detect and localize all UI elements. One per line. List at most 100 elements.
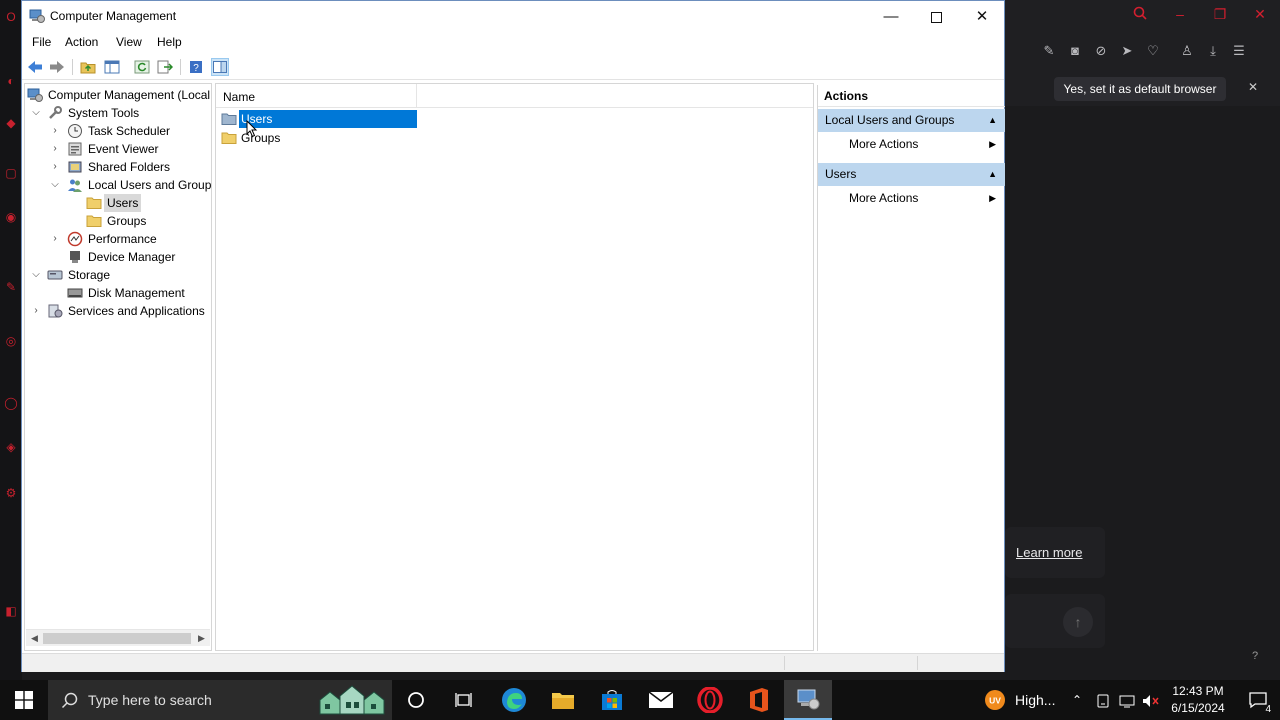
opera-icon[interactable]: O <box>4 10 18 24</box>
column-header-name[interactable]: Name <box>223 90 255 104</box>
minimize-button[interactable]: — <box>868 1 914 32</box>
tray-device-icon[interactable] <box>1096 680 1110 720</box>
heart-icon[interactable]: ♡ <box>1144 42 1162 60</box>
back-icon[interactable] <box>26 58 44 76</box>
clock-icon <box>68 124 82 138</box>
chevron-right-icon[interactable]: › <box>49 140 61 158</box>
export-list-icon[interactable] <box>156 58 174 76</box>
block-icon[interactable]: ⊘ <box>1092 42 1110 60</box>
menu-view[interactable]: View <box>116 35 142 49</box>
close-icon[interactable]: ✕ <box>1250 6 1270 23</box>
folder-icon <box>86 197 102 209</box>
weather-text[interactable]: High... <box>1015 680 1055 720</box>
sidebar-app-icon[interactable]: ▢ <box>4 166 18 180</box>
collapse-up-icon[interactable]: ▲ <box>988 163 997 186</box>
menu-help[interactable]: Help <box>157 35 182 49</box>
svg-text:?: ? <box>193 63 199 74</box>
refresh-icon[interactable] <box>133 58 151 76</box>
tree-item-label: Services and Applications <box>68 304 205 318</box>
sidebar-app-icon[interactable]: ◆ <box>4 116 18 130</box>
scroll-right-icon[interactable]: ▶ <box>193 630 210 647</box>
maximize-button[interactable] <box>913 1 959 32</box>
menu-action[interactable]: Action <box>65 35 98 49</box>
sidebar-app-icon[interactable]: ✎ <box>4 280 18 294</box>
edit-icon[interactable]: ✎ <box>1040 42 1058 60</box>
column-separator[interactable] <box>416 84 417 108</box>
sidebar-app-icon[interactable]: ◧ <box>4 604 18 618</box>
folder-icon <box>552 693 574 709</box>
help-icon[interactable]: ? <box>187 58 205 76</box>
more-actions-item[interactable]: More Actions ▶ <box>818 187 1005 210</box>
up-folder-icon[interactable] <box>79 58 97 76</box>
menu-file[interactable]: File <box>32 35 51 49</box>
actions-section-users[interactable]: Users ▲ <box>818 163 1005 186</box>
help-icon[interactable]: ? <box>1252 650 1258 662</box>
sidebar-app-icon[interactable]: ◈ <box>4 440 18 454</box>
set-default-browser-button[interactable]: Yes, set it as default browser <box>1054 77 1226 101</box>
sidebar-app-icon[interactable]: ◉ <box>4 210 18 224</box>
search-icon[interactable] <box>1130 6 1150 23</box>
learn-more-link[interactable]: Learn more <box>1016 545 1082 560</box>
office-button[interactable] <box>735 680 783 720</box>
more-actions-item[interactable]: More Actions ▶ <box>818 133 1005 156</box>
chevron-right-icon[interactable]: › <box>49 122 61 140</box>
profile-icon[interactable]: ♙ <box>1178 42 1196 60</box>
collapse-up-icon[interactable]: ▲ <box>988 109 997 132</box>
cortana-button[interactable] <box>392 680 440 720</box>
chevron-down-icon[interactable]: ⌵ <box>30 104 42 122</box>
folder-icon <box>221 132 237 144</box>
network-icon[interactable] <box>1119 680 1135 720</box>
chevron-down-icon[interactable]: ⌵ <box>49 176 61 194</box>
title-bar[interactable]: Computer Management — ✕ <box>22 1 1004 32</box>
minimize-icon[interactable]: – <box>1170 6 1190 22</box>
show-hide-tree-icon[interactable] <box>103 58 121 76</box>
weather-badge[interactable]: UV <box>980 680 1010 720</box>
chevron-right-icon[interactable]: › <box>30 302 42 320</box>
edge-button[interactable] <box>490 680 538 720</box>
store-button[interactable] <box>588 680 636 720</box>
sidebar-app-icon[interactable]: ◯ <box>4 396 18 410</box>
clock-time: 12:43 PM <box>1172 684 1224 698</box>
restore-icon[interactable]: ❐ <box>1210 6 1230 23</box>
performance-icon <box>67 231 83 247</box>
taskbar-search-box[interactable]: Type here to search <box>48 680 392 720</box>
start-button[interactable] <box>0 680 48 720</box>
action-center-button[interactable]: 4 <box>1236 680 1280 720</box>
task-view-button[interactable] <box>440 680 488 720</box>
opera-button[interactable] <box>686 680 734 720</box>
send-icon[interactable]: ➤ <box>1118 42 1136 60</box>
edge-icon <box>502 688 526 712</box>
close-button[interactable]: ✕ <box>959 1 1005 32</box>
search-highlight-houses-icon <box>316 684 388 718</box>
sidebar-app-icon[interactable]: ◐ <box>4 74 18 88</box>
scroll-left-icon[interactable]: ◀ <box>26 630 43 647</box>
gear-icon[interactable]: ⚙ <box>4 486 18 500</box>
scrollbar-thumb[interactable] <box>43 633 191 644</box>
clock-date: 6/15/2024 <box>1171 701 1225 715</box>
arrow-up-icon[interactable]: ↑ <box>1063 607 1093 637</box>
more-actions-label: More Actions <box>849 137 919 151</box>
tree-horizontal-scrollbar[interactable]: ◀ ▶ <box>26 629 210 646</box>
menu-icon[interactable]: ☰ <box>1230 42 1248 60</box>
task-view-icon <box>455 693 472 707</box>
status-divider <box>917 656 918 670</box>
camera-icon[interactable]: ◙ <box>1066 42 1084 60</box>
chevron-right-icon[interactable]: › <box>49 230 61 248</box>
forward-icon[interactable] <box>48 58 66 76</box>
tree-item-label: Shared Folders <box>88 160 171 174</box>
actions-section-local-users-and-groups[interactable]: Local Users and Groups ▲ <box>818 109 1005 132</box>
computer-management-taskbar-button[interactable] <box>784 680 832 720</box>
show-hide-action-pane-icon[interactable] <box>211 58 229 76</box>
file-explorer-button[interactable] <box>539 680 587 720</box>
chevron-down-icon[interactable]: ⌵ <box>30 266 42 284</box>
submenu-arrow-icon: ▶ <box>989 193 996 203</box>
download-icon[interactable]: ⤓ <box>1204 42 1222 60</box>
chevron-right-icon[interactable]: › <box>49 158 61 176</box>
tools-icon <box>49 106 62 119</box>
system-clock[interactable]: 12:43 PM 6/15/2024 <box>1160 683 1236 717</box>
chevron-up-icon[interactable]: ⌃ <box>1072 680 1082 720</box>
mail-button[interactable] <box>637 680 685 720</box>
volume-muted-icon[interactable] <box>1142 680 1160 720</box>
close-icon[interactable]: ✕ <box>1248 80 1258 94</box>
sidebar-app-icon[interactable]: ◎ <box>4 334 18 348</box>
